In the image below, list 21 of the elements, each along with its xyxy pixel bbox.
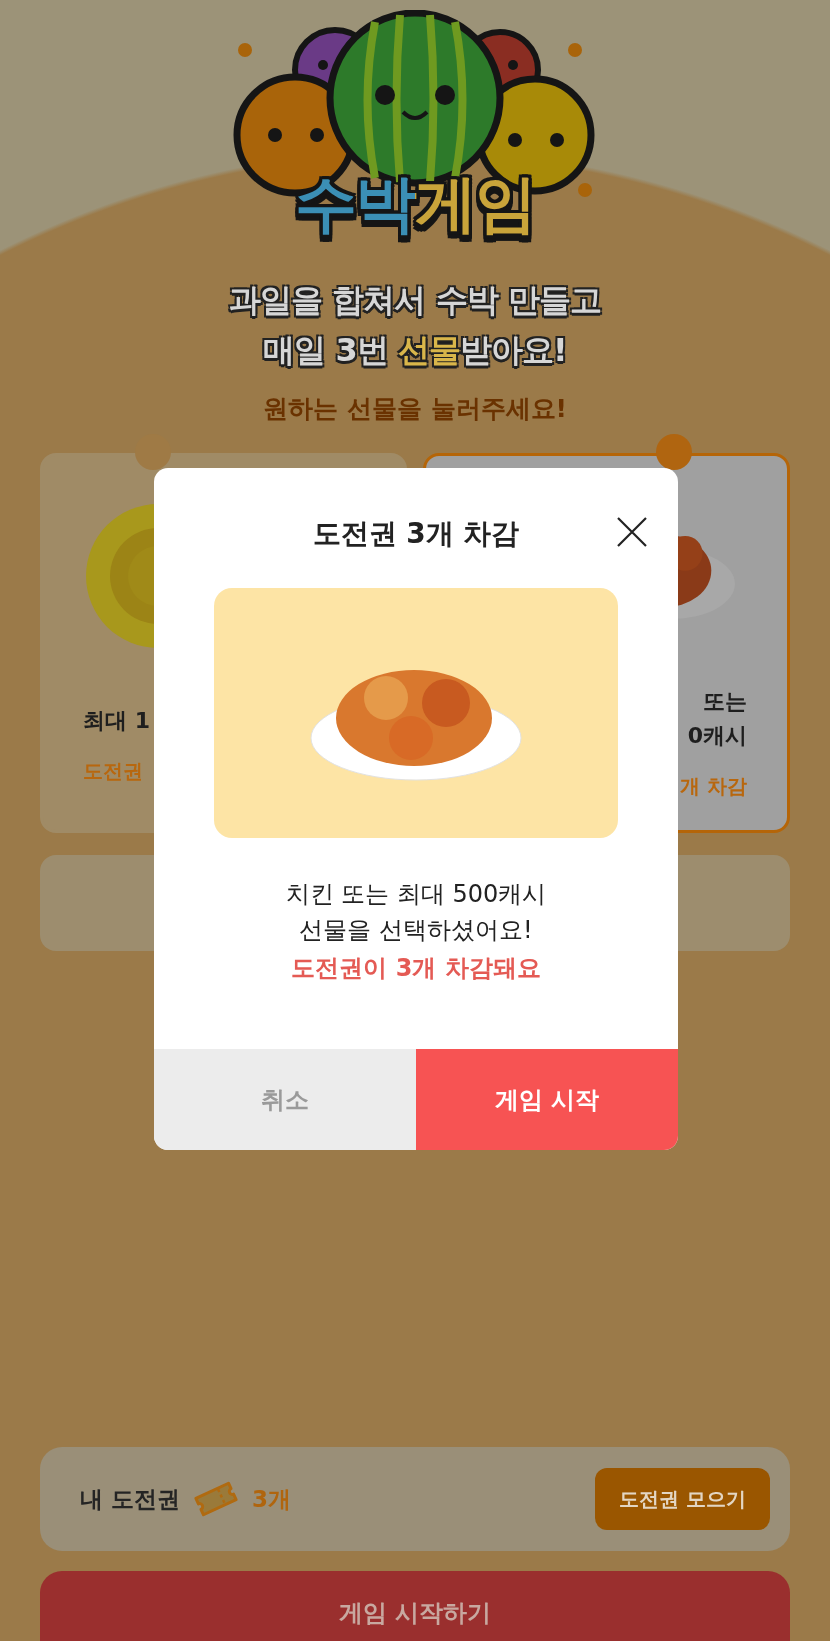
ticket-icon <box>192 1481 240 1517</box>
ticket-cost-text: 도전권 <box>83 758 143 785</box>
ticket-count: 3개 <box>252 1484 292 1514</box>
warning-text: 도전권이 3개 차감돼요 <box>291 953 541 984</box>
subtitle-text: 과일을 합쳐서 수박 만들고 <box>229 280 601 320</box>
close-icon <box>616 516 648 548</box>
subtitle-text: 매일 3번 선물받아요! <box>263 330 567 370</box>
prompt-text: 원하는 선물을 눌러주세요! <box>263 393 567 425</box>
gift-title: 또는 <box>703 688 747 716</box>
collect-tickets-button[interactable]: 도전권 모으기 <box>595 1468 770 1530</box>
start-game-button[interactable]: 게임 시작 <box>416 1049 678 1150</box>
close-button[interactable] <box>616 516 648 548</box>
gift-title: 최대 1 <box>83 707 150 735</box>
dialog-message: 치킨 또는 최대 500캐시 <box>285 879 547 910</box>
start-game-button[interactable]: 게임 시작하기 <box>40 1571 790 1641</box>
ticket-cost-text: 개 차감 <box>680 773 747 800</box>
gift-title: 0캐시 <box>687 722 747 750</box>
dialog-message: 선물을 선택하셨어요! <box>299 915 533 946</box>
ticket-label: 내 도전권 <box>80 1484 180 1514</box>
cancel-button[interactable]: 취소 <box>154 1049 416 1150</box>
dialog-title: 도전권 3개 차감 <box>312 516 520 552</box>
